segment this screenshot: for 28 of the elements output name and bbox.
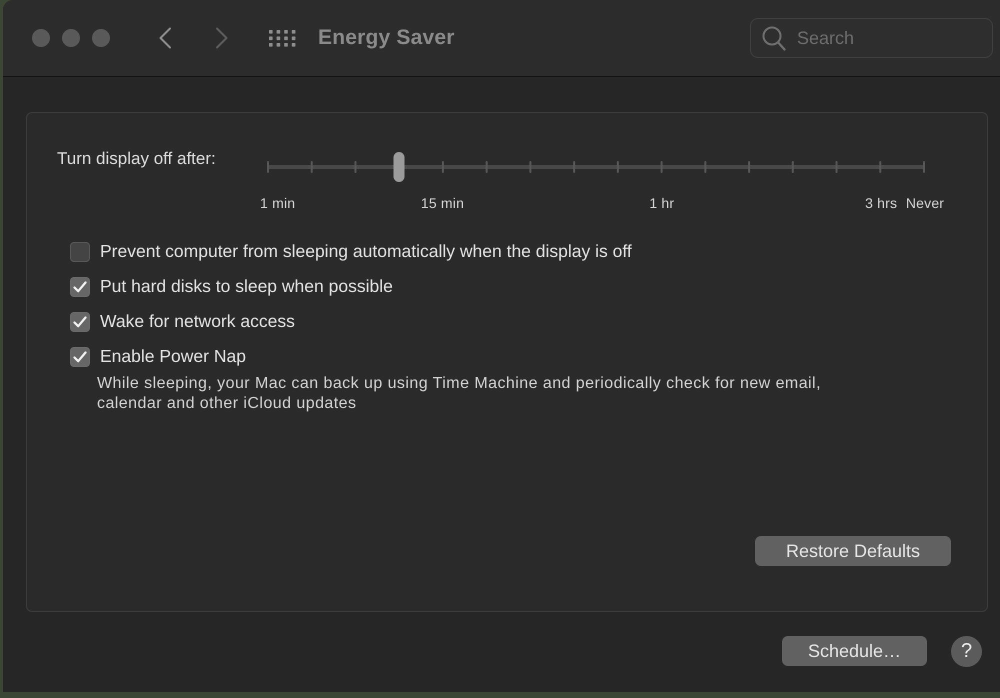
option-label: Wake for network access: [100, 311, 295, 332]
tick-label: 1 min: [260, 194, 296, 213]
window-title: Energy Saver: [318, 26, 455, 50]
checkbox[interactable]: [70, 346, 90, 366]
tick-label: 15 min: [420, 194, 464, 213]
search-icon: [762, 26, 786, 51]
option-label: Put hard disks to sleep when possible: [100, 276, 393, 297]
restore-defaults-button[interactable]: Restore Defaults: [755, 536, 951, 566]
schedule-button[interactable]: Schedule…: [782, 636, 927, 666]
option-label: Enable Power Nap: [100, 346, 246, 367]
slider-thumb[interactable]: [393, 152, 404, 182]
option-label: Prevent computer from sleeping automatically when the display is off: [100, 241, 632, 262]
help-button[interactable]: ?: [951, 636, 982, 666]
tick-label: 3 hrs: [865, 194, 898, 213]
checkbox[interactable]: [70, 242, 90, 262]
checkbox[interactable]: [70, 312, 90, 332]
checkmark-icon: [73, 350, 87, 362]
search-field[interactable]: Search: [750, 18, 993, 58]
slider-label: Turn display off after:: [57, 148, 216, 170]
checkmark-icon: [73, 280, 87, 292]
option-description: While sleeping, your Mac can back up using Time Machine and periodically check for new email, calendar and other iCloud updates: [97, 374, 822, 414]
chevron-left-icon: [158, 27, 172, 49]
chevron-right-icon: [215, 27, 229, 49]
grid-icon: [268, 29, 296, 47]
tick-label: Never: [906, 194, 944, 213]
checkmark-icon: [73, 316, 87, 328]
tick-label: 1 hr: [649, 194, 674, 213]
checkbox[interactable]: [70, 276, 90, 296]
